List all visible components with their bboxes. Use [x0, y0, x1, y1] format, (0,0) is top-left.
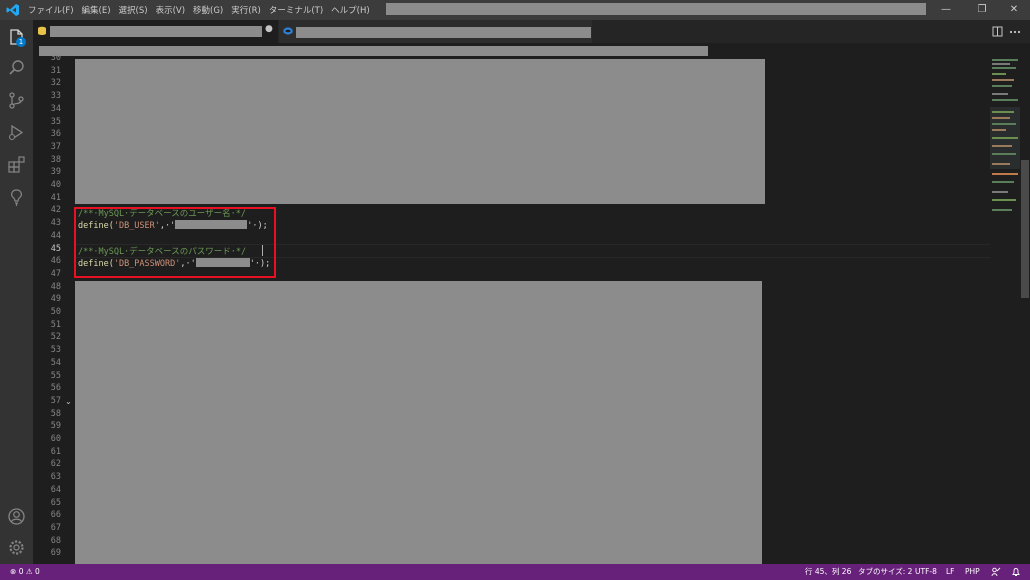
close-button[interactable]: ✕: [1000, 0, 1028, 20]
tab-second-file[interactable]: [279, 20, 592, 43]
account-icon[interactable]: [6, 506, 27, 527]
menu-file[interactable]: ファイル(F): [24, 4, 78, 16]
status-bar: ⊗ 0 ⚠ 0 行 45、列 26 タブのサイズ: 2 UTF-8 LF PHP: [0, 564, 1030, 580]
line-number: 34: [50, 103, 61, 114]
line-number: 45: [50, 243, 61, 254]
tab-filename-redacted: [296, 27, 591, 38]
warning-count: 0: [34, 567, 40, 576]
line-number: 39: [50, 167, 61, 178]
menu-terminal[interactable]: ターミナル(T): [265, 4, 327, 16]
breadcrumb: [33, 43, 1030, 59]
restore-button[interactable]: ❐: [968, 0, 996, 20]
line-number: 68: [50, 535, 61, 546]
menu-view[interactable]: 表示(V): [152, 4, 189, 16]
line-number: 35: [50, 116, 61, 127]
menu-run[interactable]: 実行(R): [227, 4, 265, 16]
line-number: 32: [50, 78, 61, 89]
menu-help[interactable]: ヘルプ(H): [327, 4, 374, 16]
line-number: 37: [50, 141, 61, 152]
code-editor[interactable]: /**·MySQL·データベースのユーザー名·*/ define('DB_USE…: [75, 59, 990, 564]
tab-size-indicator[interactable]: タブのサイズ: 2: [858, 564, 912, 580]
line-number: 40: [50, 180, 61, 190]
line-number: 53: [50, 345, 61, 356]
annotation-highlight-box: [74, 207, 276, 278]
menu-selection[interactable]: 選択(S): [115, 4, 152, 16]
scrollbar-thumb[interactable]: [1021, 160, 1029, 298]
more-actions-icon[interactable]: [1009, 30, 1021, 34]
line-number: 59: [50, 421, 61, 432]
line-number: 33: [50, 91, 61, 102]
php-file-icon: [283, 27, 293, 35]
breadcrumb-path-redacted[interactable]: [39, 46, 708, 56]
minimize-button[interactable]: —: [932, 0, 960, 20]
line-number-gutter: 30 31 32 33 34 35 36 37 38 39 40 41 42 43 44 45 46 47 48 49…: [33, 53, 75, 564]
database-file-icon: [38, 26, 46, 35]
redacted-code-block-bottom: [75, 281, 762, 564]
error-count: 0: [18, 567, 24, 576]
title-bar: ファイル(F) 編集(E) 選択(S) 表示(V) 移動(G) 実行(R) ター…: [0, 0, 1030, 20]
settings-gear-icon[interactable]: [6, 537, 27, 558]
tab-active-file[interactable]: ●: [33, 20, 278, 43]
split-editor-icon[interactable]: [992, 26, 1003, 37]
error-icon: ⊗: [10, 567, 17, 576]
menu-edit[interactable]: 編集(E): [78, 4, 115, 16]
search-icon[interactable]: [6, 58, 27, 79]
line-number: 58: [50, 408, 61, 419]
encoding-indicator[interactable]: UTF-8: [915, 564, 937, 580]
menu-go[interactable]: 移動(G): [189, 4, 227, 16]
remote-explorer-icon[interactable]: [6, 187, 27, 208]
window-title-redacted: [386, 3, 926, 15]
warning-icon: ⚠: [25, 567, 33, 576]
line-number: 51: [50, 319, 61, 330]
line-number: 57: [50, 395, 61, 406]
tab-filename-redacted: [50, 26, 262, 37]
line-number: 65: [50, 497, 61, 508]
line-number: 52: [50, 332, 61, 343]
extensions-icon[interactable]: [6, 154, 27, 175]
line-number: 41: [50, 192, 61, 203]
line-number: 43: [50, 218, 61, 229]
explorer-badge: 1: [16, 37, 26, 47]
line-number: 54: [50, 357, 61, 368]
eol-indicator[interactable]: LF: [946, 564, 955, 580]
line-number: 66: [50, 510, 61, 521]
problems-indicator[interactable]: ⊗ 0 ⚠ 0: [10, 564, 40, 580]
line-number: 48: [50, 281, 61, 292]
feedback-icon[interactable]: [991, 567, 1001, 577]
line-number: 30: [50, 53, 61, 63]
cursor-position[interactable]: 行 45、列 26: [805, 564, 851, 580]
line-number: 50: [50, 307, 61, 317]
line-number: 49: [50, 294, 61, 305]
line-number: 56: [50, 383, 61, 394]
line-number: 60: [50, 434, 61, 444]
notifications-bell-icon[interactable]: [1011, 567, 1021, 577]
unsaved-dot-icon[interactable]: ●: [265, 24, 273, 34]
vertical-scrollbar[interactable]: [1020, 59, 1030, 564]
line-number: 44: [50, 230, 61, 241]
line-number: 42: [50, 205, 61, 216]
redacted-code-block-top: [75, 59, 765, 204]
line-number: 55: [50, 370, 61, 381]
minimap[interactable]: [990, 59, 1020, 564]
line-number: 64: [50, 484, 61, 495]
fold-chevron-icon[interactable]: ⌄: [65, 397, 72, 406]
menu-bar: ファイル(F) 編集(E) 選択(S) 表示(V) 移動(G) 実行(R) ター…: [24, 0, 374, 20]
line-number: 67: [50, 522, 61, 533]
line-number: 46: [50, 256, 61, 267]
line-number: 61: [50, 446, 61, 457]
source-control-icon[interactable]: [6, 90, 27, 111]
line-number: 31: [50, 65, 61, 76]
line-number: 63: [50, 472, 61, 483]
line-number: 47: [50, 268, 61, 279]
language-mode[interactable]: PHP: [965, 564, 980, 580]
line-number: 36: [50, 129, 61, 140]
run-debug-icon[interactable]: [6, 122, 27, 143]
vscode-logo-icon: [6, 4, 19, 16]
line-number: 69: [50, 548, 61, 559]
line-number: 62: [50, 459, 61, 470]
line-number: 38: [50, 154, 61, 165]
